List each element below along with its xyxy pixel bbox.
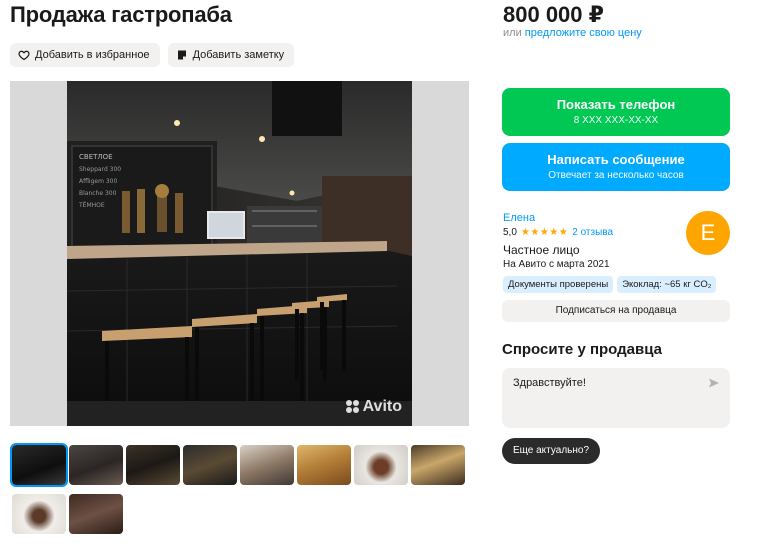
add-note-button[interactable]: Добавить заметку	[167, 43, 295, 67]
response-time: Отвечает за несколько часов	[548, 170, 684, 181]
seller-avatar[interactable]: E	[686, 211, 730, 255]
rating-value: 5,0	[503, 227, 517, 238]
send-icon[interactable]	[708, 377, 720, 389]
show-phone-label: Показать телефон	[556, 97, 676, 112]
add-to-favorites-button[interactable]: Добавить в избранное	[10, 43, 160, 67]
quick-reply-still-available[interactable]: Еще актуально?	[502, 438, 601, 464]
write-message-button[interactable]: Написать сообщение Отвечает за несколько…	[502, 143, 730, 191]
thumbnail-9[interactable]	[12, 494, 66, 534]
svg-text:Blanche 300: Blanche 300	[79, 190, 117, 197]
svg-text:ТЁМНОЕ: ТЁМНОЕ	[78, 202, 105, 209]
add-to-favorites-label: Добавить в избранное	[35, 49, 150, 61]
listing-actions: Добавить в избранное Добавить заметку	[10, 43, 295, 67]
message-input[interactable]: Здравствуйте!	[502, 368, 730, 428]
documents-verified-badge[interactable]: Документы проверены	[503, 276, 614, 293]
thumbnail-8[interactable]	[411, 445, 465, 485]
thumbnail-1[interactable]	[10, 443, 68, 487]
svg-text:СВЕТЛОЕ: СВЕТЛОЕ	[79, 153, 113, 161]
star-rating-icon: ★★★★★	[520, 227, 569, 238]
price: 800 000 ₽	[503, 2, 604, 27]
subscribe-seller-button[interactable]: Подписаться на продавца	[502, 300, 730, 322]
photo-gallery[interactable]: СВЕТЛОЕ Sheppard 300 Affligem 300 Blanch…	[10, 81, 469, 426]
svg-text:Affligem 300: Affligem 300	[79, 178, 117, 185]
masked-phone: 8 XXX XXX-XX-XX	[573, 115, 659, 126]
seller-rating: 5,0 ★★★★★ 2 отзыва	[503, 227, 613, 238]
thumbnail-7[interactable]	[354, 445, 408, 485]
eco-contribution-badge[interactable]: Экоклад: ~65 кг CO₂	[617, 276, 717, 293]
offer-prefix: или	[503, 27, 522, 39]
heart-icon	[18, 50, 30, 61]
seller-type: Частное лицо	[503, 243, 580, 257]
thumbnail-6[interactable]	[297, 445, 351, 485]
thumbnail-2[interactable]	[69, 445, 123, 485]
seller-name-link[interactable]: Елена	[503, 212, 535, 224]
reviews-link[interactable]: 2 отзыва	[572, 227, 613, 238]
seller-since: На Авито с марта 2021	[503, 259, 610, 270]
note-icon	[177, 50, 186, 60]
thumbnail-10[interactable]	[69, 494, 123, 534]
show-phone-button[interactable]: Показать телефон 8 XXX XXX-XX-XX	[502, 88, 730, 136]
write-message-label: Написать сообщение	[547, 152, 685, 167]
thumbnail-5[interactable]	[240, 445, 294, 485]
thumbnail-3[interactable]	[126, 445, 180, 485]
avito-watermark: Avito	[345, 398, 402, 416]
main-photo: СВЕТЛОЕ Sheppard 300 Affligem 300 Blanch…	[67, 81, 412, 426]
add-note-label: Добавить заметку	[192, 49, 285, 61]
price-offer: или предложите свою цену	[503, 27, 642, 39]
offer-price-link[interactable]: предложите свою цену	[525, 27, 642, 39]
seller-badges: Документы проверены Экоклад: ~65 кг CO₂	[503, 276, 717, 293]
page-title: Продажа гастропаба	[10, 2, 232, 27]
ask-seller-heading: Спросите у продавца	[502, 341, 662, 358]
bar-interior-image: СВЕТЛОЕ Sheppard 300 Affligem 300 Blanch…	[67, 81, 412, 426]
avito-logo-icon	[345, 400, 360, 414]
thumbnail-4[interactable]	[183, 445, 237, 485]
svg-text:Sheppard 300: Sheppard 300	[79, 166, 121, 173]
avito-watermark-text: Avito	[362, 398, 402, 415]
message-text: Здравствуйте!	[513, 377, 586, 389]
